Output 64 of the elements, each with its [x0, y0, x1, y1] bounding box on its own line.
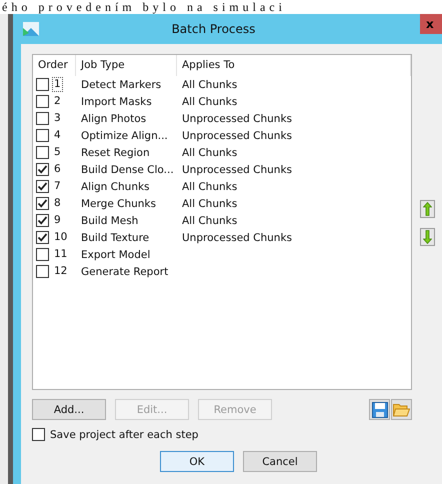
- job-type-cell-text: Align Chunks: [80, 180, 151, 192]
- applies-to-cell-text: Unprocessed Chunks: [181, 130, 293, 142]
- close-button[interactable]: x: [420, 14, 442, 34]
- order-number: 12: [53, 264, 68, 279]
- order-number: 4: [53, 128, 62, 143]
- order-number: 11: [53, 247, 68, 262]
- checkbox[interactable]: [36, 197, 49, 210]
- checkbox[interactable]: [36, 163, 49, 176]
- checkbox[interactable]: [36, 231, 49, 244]
- job-type-cell-text: Align Photos: [80, 112, 148, 124]
- order-number: 2: [53, 94, 62, 109]
- action-button[interactable]: Add...: [32, 399, 106, 420]
- arrow-down-icon: [423, 230, 432, 244]
- column-header[interactable]: Applies To: [177, 55, 411, 76]
- applies-to-cell-text: All Chunks: [181, 198, 238, 210]
- applies-to-cell-text: All Chunks: [181, 180, 238, 192]
- applies-to-cell-text: Unprocessed Chunks: [181, 112, 293, 124]
- checkbox[interactable]: [36, 248, 49, 261]
- applies-to-cell-text: All Chunks: [181, 214, 238, 226]
- job-type-cell-text: Export Model: [80, 248, 152, 260]
- applies-to-cell-text: All Chunks: [181, 96, 238, 108]
- order-number: 8: [53, 196, 62, 211]
- order-number: 5: [53, 145, 62, 160]
- checkbox[interactable]: [36, 146, 49, 159]
- document-text: ého provedením bylo na simulaci: [1, 0, 286, 14]
- order-number: 7: [53, 179, 62, 194]
- arrow-up-icon: [423, 202, 432, 216]
- order-number: 3: [53, 111, 62, 126]
- move-down-button[interactable]: [420, 228, 435, 246]
- job-type-cell-text: Reset Region: [80, 146, 151, 158]
- job-type-cell-text: Optimize Align...: [80, 130, 169, 142]
- window-title: Batch Process: [170, 22, 256, 36]
- order-number: 9: [53, 213, 62, 228]
- checkbox[interactable]: [36, 180, 49, 193]
- checkbox[interactable]: [36, 78, 49, 91]
- job-type-cell-text: Detect Markers: [80, 78, 162, 90]
- applies-to-cell-text: All Chunks: [181, 78, 238, 90]
- job-type-cell-text: Build Dense Clo...: [80, 164, 175, 176]
- dialog-button[interactable]: Cancel: [243, 451, 317, 472]
- checkbox[interactable]: [36, 112, 49, 125]
- job-type-cell-text: Build Texture: [80, 232, 150, 244]
- order-number: 10: [53, 230, 68, 245]
- dialog-button[interactable]: OK: [160, 451, 234, 472]
- move-up-button[interactable]: [420, 200, 435, 218]
- job-type-cell-text: Build Mesh: [80, 214, 140, 226]
- folder-icon: [393, 402, 410, 416]
- applies-to-cell-text: Unprocessed Chunks: [181, 164, 293, 176]
- save-button[interactable]: [369, 399, 390, 420]
- job-type-cell-text: Import Masks: [80, 96, 153, 108]
- order-number: 6: [53, 162, 62, 177]
- checkbox[interactable]: [36, 95, 49, 108]
- checkbox[interactable]: [32, 428, 45, 441]
- checkbox[interactable]: [36, 129, 49, 142]
- job-type-cell-text: Merge Chunks: [80, 198, 157, 210]
- applies-to-cell-text: All Chunks: [181, 146, 238, 158]
- job-type-cell-text: Generate Report: [80, 266, 170, 278]
- column-header[interactable]: Order: [33, 55, 76, 76]
- order-number: 1: [52, 77, 63, 92]
- column-header[interactable]: Job Type: [76, 55, 177, 76]
- applies-to-cell-text: Unprocessed Chunks: [181, 232, 293, 244]
- checkbox[interactable]: [36, 265, 49, 278]
- window-app-icon: [23, 22, 39, 36]
- checkbox[interactable]: [36, 214, 49, 227]
- checkbox-label: Save project after each step: [50, 428, 198, 440]
